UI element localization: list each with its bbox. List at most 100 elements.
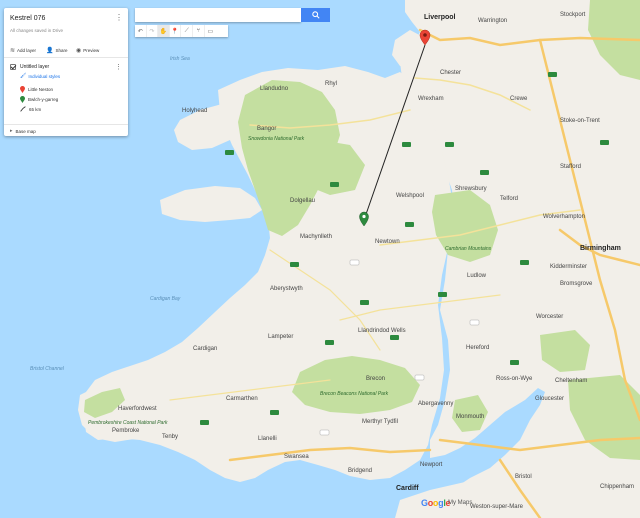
sea-label: Bristol Channel (30, 366, 65, 372)
base-map-toggle[interactable]: ▸ Base map (4, 124, 128, 137)
route-icon[interactable]: ⑂ (193, 25, 205, 37)
feature-label: Bwlch-y-garreg (28, 97, 59, 102)
map-panel: Kestrel 076 All changes saved in Drive ⋮… (4, 8, 128, 136)
save-status: All changes saved in Drive (10, 28, 64, 33)
city-label: Chippenham (600, 484, 634, 490)
sea-label: Irish Sea (170, 56, 190, 62)
city-label: Bangor (257, 126, 276, 132)
layer-more-icon[interactable]: ⋮ (115, 63, 122, 71)
city-label: Haverfordwest (118, 406, 157, 412)
city-label: Llandudno (260, 86, 289, 92)
city-label: Crewe (510, 96, 528, 102)
share-label: Share (55, 48, 68, 53)
city-label: Monmouth (456, 414, 484, 420)
line-icon[interactable]: ⟋ (181, 25, 193, 37)
share-button[interactable]: 👤 Share (46, 47, 68, 54)
city-label: Tenby (162, 434, 178, 440)
undo-icon[interactable]: ↶ (135, 25, 147, 37)
layer-style-link[interactable]: 🖌 Individual styles (20, 73, 60, 79)
panel-actions: ≋ Add layer 👤 Share ◉ Preview (4, 44, 128, 58)
city-label: Abergavenny (418, 401, 453, 407)
city-label: Llandrindod Wells (358, 328, 406, 334)
city-label: Stoke-on-Trent (560, 118, 600, 124)
park-label: Snowdonia National Park (248, 136, 305, 142)
layer-name[interactable]: Untitled layer (20, 64, 49, 70)
feature-label: 65 km (29, 106, 42, 112)
city-label: Swansea (284, 454, 309, 460)
city-label: Chester (440, 70, 461, 76)
city-label: Aberystwyth (270, 286, 303, 292)
more-vert-icon[interactable]: ⋮ (115, 14, 123, 22)
feature-item[interactable]: Little Neston (20, 86, 53, 93)
preview-button[interactable]: ◉ Preview (76, 47, 99, 54)
redo-icon[interactable]: ↷ (147, 25, 159, 37)
search-icon (311, 11, 320, 19)
eye-icon: ◉ (76, 48, 82, 54)
city-label: Rhyl (325, 81, 337, 87)
city-label: Bromsgrove (560, 281, 593, 287)
park-label: Pembrokeshire Coast National Park (88, 420, 168, 426)
sea-label: Cardigan Bay (150, 296, 181, 302)
city-label: Shrewsbury (455, 186, 487, 192)
paint-roller-icon: 🖌 (20, 73, 27, 79)
mymaps-label: My Maps (448, 500, 473, 506)
city-label: Birmingham (580, 245, 621, 252)
city-label: Holyhead (182, 108, 207, 114)
city-label: Bridgend (348, 468, 372, 474)
search-button[interactable] (301, 8, 330, 22)
city-label: Wolverhampton (543, 214, 585, 220)
base-map-label: Base map (15, 128, 36, 134)
layer-checkbox[interactable] (10, 64, 16, 70)
city-label: Welshpool (396, 193, 424, 199)
marker-icon[interactable]: 📍 (170, 25, 182, 37)
city-label: Cardigan (193, 346, 217, 352)
city-label: Ludlow (467, 273, 487, 279)
city-label: Merthyr Tydfil (362, 419, 398, 425)
add-layer-button[interactable]: ≋ Add layer (10, 47, 36, 54)
add-layer-label: Add layer (17, 48, 37, 53)
city-label: Brecon (366, 376, 385, 382)
city-label: Stafford (560, 164, 581, 170)
add-person-icon: 👤 (46, 48, 54, 54)
city-label: Worcester (536, 314, 563, 320)
city-label: Bristol (515, 474, 532, 480)
city-label: Cheltenham (555, 378, 587, 384)
city-label: Warrington (478, 18, 507, 24)
city-label: Telford (500, 196, 518, 202)
layers-icon: ≋ (10, 48, 16, 54)
google-logo: Google (421, 498, 451, 508)
drawing-toolbar: ↶ ↷ ✋ 📍 ⟋ ⑂ ▭ (135, 25, 228, 37)
city-label: Carmarthen (226, 396, 258, 402)
city-label: Newport (420, 462, 443, 468)
city-label: Liverpool (424, 14, 456, 21)
green-pin-icon (20, 96, 25, 103)
city-label: Lampeter (268, 334, 293, 340)
search-input[interactable] (135, 8, 301, 22)
layer-style-label: Individual styles (28, 73, 61, 79)
hand-icon[interactable]: ✋ (158, 25, 170, 37)
city-label: Llanelli (258, 436, 277, 442)
map-title[interactable]: Kestrel 076 (10, 15, 45, 22)
city-label: Gloucester (535, 396, 564, 402)
red-pin-icon (20, 86, 25, 93)
city-label: Kidderminster (550, 264, 587, 270)
ruler-icon[interactable]: ▭ (205, 25, 217, 37)
preview-label: Preview (83, 48, 100, 53)
city-label: Weston-super-Mare (470, 504, 524, 510)
feature-item[interactable]: Bwlch-y-garreg (20, 96, 58, 103)
city-label: Stockport (560, 12, 586, 18)
city-label: Cardiff (396, 485, 419, 492)
city-label: Wrexham (418, 96, 444, 102)
city-label: Dolgellau (290, 198, 315, 204)
city-label: Machynlleth (300, 234, 332, 240)
line-icon (20, 106, 26, 112)
feature-item[interactable]: 65 km (20, 106, 41, 112)
city-label: Hereford (466, 345, 489, 351)
park-label: Brecon Beacons National Park (320, 391, 389, 397)
chevron-right-icon: ▸ (10, 128, 13, 134)
city-label: Ross-on-Wye (496, 376, 533, 382)
park-label: Cambrian Mountains (445, 246, 492, 252)
feature-label: Little Neston (28, 87, 54, 92)
city-label: Newtown (375, 239, 400, 245)
city-label: Pembroke (112, 428, 140, 434)
